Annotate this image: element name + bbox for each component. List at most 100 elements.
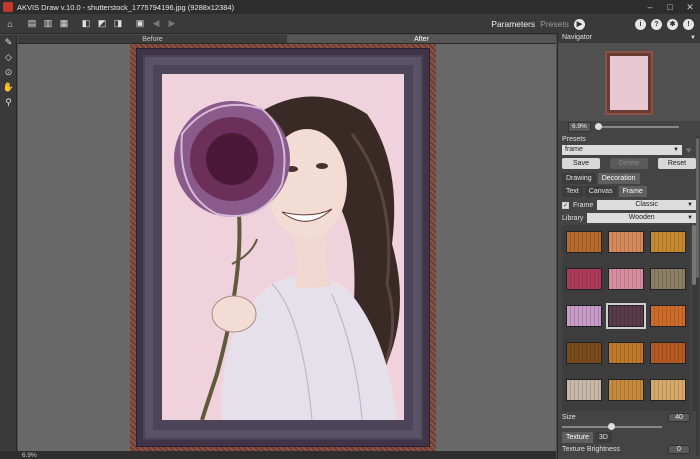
share-icon[interactable]: ▣ (134, 18, 146, 29)
info-icon[interactable]: i (635, 18, 646, 30)
presets-tab[interactable]: Presets (540, 19, 569, 29)
texture-tabs: Texture 3D (562, 432, 612, 443)
frame-swatch[interactable] (566, 379, 602, 401)
view-tabs: Before After (18, 35, 556, 44)
preset-dropdown[interactable]: frame ▼ (562, 145, 682, 155)
tab-before[interactable]: Before (18, 35, 287, 44)
tab-after[interactable]: After (287, 35, 556, 44)
frame-style-value: Classic (635, 201, 658, 208)
navigator-thumbnail (605, 51, 653, 115)
preset-value: frame (565, 146, 583, 153)
minimize-button[interactable]: – (640, 0, 660, 14)
navigator-preview[interactable] (558, 43, 700, 121)
batch-settings-icon[interactable]: ◩ (96, 18, 108, 29)
parameters-tab[interactable]: Parameters (491, 19, 535, 29)
batch-icon[interactable]: ◧ (80, 18, 92, 29)
frame-swatch[interactable] (650, 379, 686, 401)
save-icon[interactable]: ▥ (42, 18, 54, 29)
redo-icon[interactable]: ▶ (166, 18, 178, 29)
size-row: Size 40 (562, 412, 690, 422)
frame-swatch[interactable] (606, 303, 646, 329)
navigator-header[interactable]: Navigator ▼ (558, 33, 700, 43)
frame-swatch[interactable] (566, 305, 602, 327)
frame-label: Frame (573, 201, 594, 209)
tools-panel: ✎ ◇ ⊙ ✋ ⚲ (0, 35, 17, 451)
frame-swatch-grid (562, 225, 690, 411)
library-label: Library (562, 214, 584, 222)
chevron-down-icon: ▼ (687, 215, 693, 221)
home-icon[interactable]: ⌂ (4, 18, 16, 29)
tab-text[interactable]: Text (562, 186, 583, 197)
title-bar: AKVIS Draw v.10.0 - shutterstock_1775794… (0, 0, 700, 14)
frame-swatch[interactable] (650, 305, 686, 327)
size-slider[interactable] (562, 423, 662, 430)
frame-swatch[interactable] (650, 268, 686, 290)
library-select[interactable]: Wooden ▼ (587, 213, 696, 223)
tab-canvas[interactable]: Canvas (584, 186, 617, 197)
texture-brightness-label: Texture Brightness (562, 446, 620, 453)
tab-drawing[interactable]: Drawing (562, 173, 596, 184)
hand-icon[interactable]: ✋ (0, 80, 17, 95)
navigator-title: Navigator (562, 34, 592, 41)
close-button[interactable]: ✕ (680, 0, 700, 14)
settings-panel: Navigator ▼ 6.9% Presets frame ▼ ♥ Save … (557, 33, 700, 459)
navigator-zoom-select[interactable]: 6.9% (568, 122, 591, 132)
library-value: Wooden (628, 214, 655, 221)
main-tabs: Drawing Decoration (558, 173, 700, 184)
pencil-icon[interactable]: ✎ (0, 35, 17, 50)
status-zoom: 6.9% (22, 451, 37, 459)
chevron-down-icon: ▼ (687, 202, 693, 208)
favorite-icon[interactable]: ♥ (686, 145, 691, 155)
frame-row: ✓ Frame Classic ▼ (558, 200, 700, 210)
frame-swatch[interactable] (566, 342, 602, 364)
save-preset-button[interactable]: Save (562, 158, 600, 169)
chevron-down-icon: ▼ (673, 147, 679, 153)
library-row: Library Wooden ▼ (558, 213, 700, 223)
chevron-down-icon[interactable]: ▼ (690, 33, 696, 43)
frame-swatch[interactable] (608, 379, 644, 401)
play-icon[interactable]: ▶ (574, 18, 585, 30)
texture-brightness-row: Texture Brightness 0 (562, 445, 690, 454)
app-logo-icon (3, 2, 13, 12)
window-title: AKVIS Draw v.10.0 - shutterstock_1775794… (17, 2, 235, 12)
open-icon[interactable]: ▤ (26, 18, 38, 29)
frame-swatch[interactable] (608, 231, 644, 253)
maximize-button[interactable]: □ (660, 0, 680, 14)
gear-icon[interactable]: ✱ (667, 18, 678, 30)
reset-preset-button[interactable]: Reset (658, 158, 696, 169)
frame-swatch[interactable] (650, 342, 686, 364)
zoom-icon[interactable]: ⚲ (0, 95, 17, 110)
status-bar: 6.9% (0, 451, 556, 459)
tab-texture[interactable]: Texture (562, 432, 593, 443)
size-label: Size (562, 413, 576, 421)
presets-title: Presets (562, 136, 586, 143)
eraser-icon[interactable]: ◇ (0, 50, 17, 65)
panel-scrollbar[interactable] (696, 136, 699, 456)
frame-swatch[interactable] (608, 268, 644, 290)
print-icon[interactable]: ▦ (58, 18, 70, 29)
alert-icon[interactable]: ! (683, 18, 694, 30)
export-icon[interactable]: ◨ (112, 18, 124, 29)
undo-icon[interactable]: ◀ (150, 18, 162, 29)
frame-style-select[interactable]: Classic ▼ (597, 200, 696, 210)
wooden-frame (130, 44, 436, 451)
result-image (162, 74, 404, 420)
frame-checkbox[interactable]: ✓ (562, 201, 569, 209)
size-input[interactable]: 40 (668, 412, 690, 422)
window-controls: – □ ✕ (640, 0, 700, 14)
navigator-zoom-slider[interactable] (594, 123, 679, 130)
frame-swatch[interactable] (566, 268, 602, 290)
tab-decoration[interactable]: Decoration (597, 173, 640, 184)
frame-swatch[interactable] (566, 231, 602, 253)
image-canvas[interactable] (18, 44, 556, 451)
tab-3d[interactable]: 3D (594, 432, 612, 443)
texture-brightness-input[interactable]: 0 (668, 445, 690, 454)
tab-frame[interactable]: Frame (618, 186, 647, 197)
frame-swatch[interactable] (650, 231, 686, 253)
presets-section: Presets frame ▼ ♥ Save Delete Reset (558, 133, 700, 169)
help-icon[interactable]: ? (651, 18, 662, 30)
delete-preset-button[interactable]: Delete (610, 158, 648, 169)
stamp-icon[interactable]: ⊙ (0, 65, 17, 80)
frame-swatch[interactable] (608, 342, 644, 364)
decoration-tabs: Text Canvas Frame (558, 186, 700, 197)
